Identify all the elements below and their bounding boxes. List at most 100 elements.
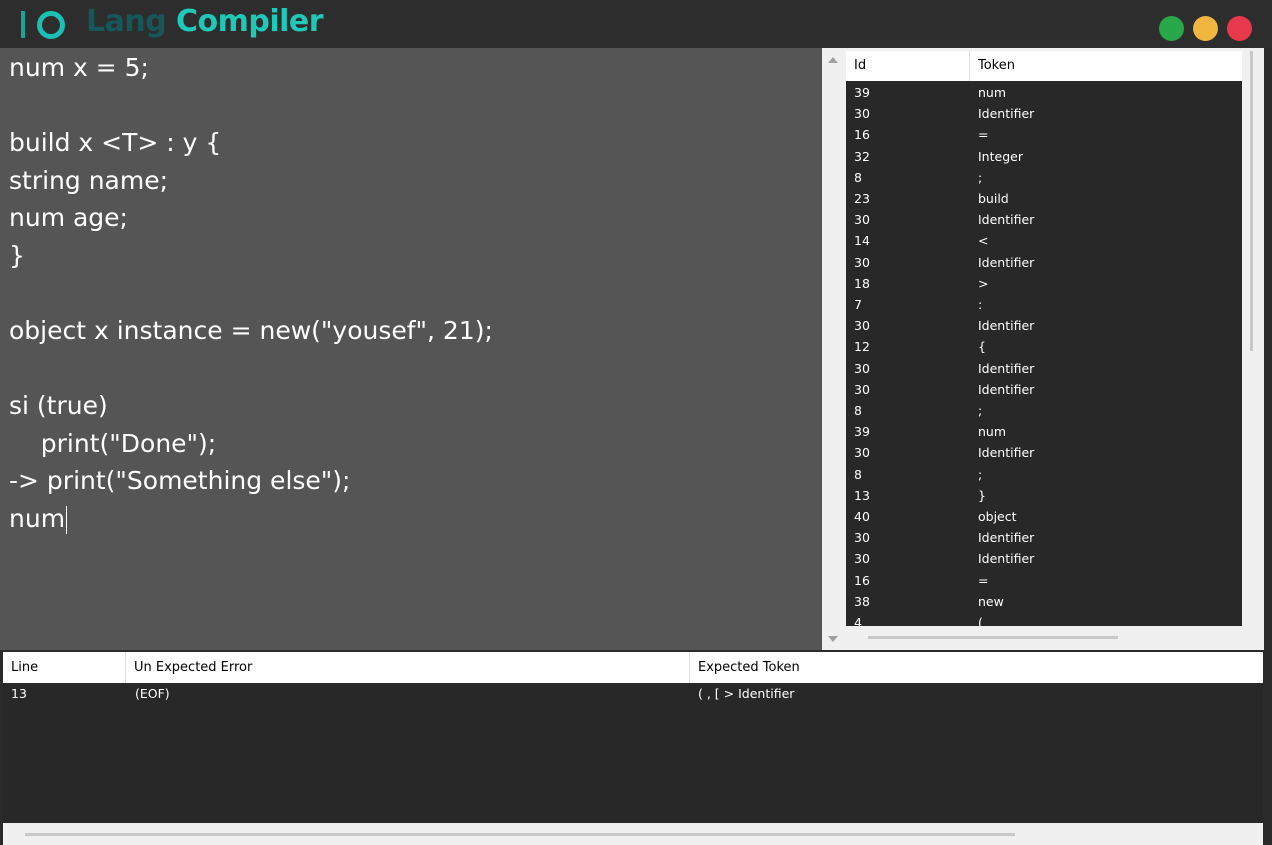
app-title-lang: Lang (86, 4, 167, 39)
token-id-cell: 12 (854, 339, 870, 355)
token-row[interactable]: 30 Identifier (846, 253, 1242, 274)
token-value-cell: object (978, 509, 1017, 524)
token-value-cell: = (978, 127, 989, 143)
column-header-id[interactable]: Id (846, 51, 970, 81)
error-horizontal-scroll-thumb[interactable] (25, 833, 1015, 836)
token-id-cell: 30 (854, 551, 870, 567)
window-edge (1264, 48, 1272, 845)
token-row[interactable]: 30 Identifier (846, 549, 1242, 570)
token-id-cell: 23 (854, 191, 870, 206)
token-id-cell: 4 (854, 615, 862, 626)
code-line[interactable]: num x = 5; (9, 53, 149, 83)
error-grid-header: Line Un Expected Error Expected Token (3, 652, 1263, 683)
token-vertical-scroll-thumb[interactable] (1250, 51, 1253, 351)
code-line-text: num x = 5; (9, 53, 149, 82)
code-line-text: print("Done"); (9, 429, 217, 458)
code-line[interactable]: build x <T> : y { (9, 128, 221, 158)
token-row[interactable]: 16 = (846, 125, 1242, 146)
token-grid-header: Id Token (846, 51, 1242, 81)
token-row[interactable]: 30 Identifier (846, 316, 1242, 337)
token-row[interactable]: 30 Identifier (846, 210, 1242, 231)
error-row[interactable]: 13 (EOF) ( , [ > Identifier (3, 683, 1263, 705)
token-value-cell: Identifier (978, 530, 1035, 546)
token-row[interactable]: 39 num (846, 83, 1242, 104)
scroll-up-arrow-icon[interactable] (828, 57, 838, 63)
editor-scrollbar[interactable] (822, 48, 844, 650)
token-value-cell: Integer (978, 148, 1023, 164)
token-row[interactable]: 14 < (846, 231, 1242, 252)
token-row[interactable]: 30 Identifier (846, 443, 1242, 464)
logo-ring-icon (37, 11, 65, 39)
code-line-text: num (9, 504, 66, 533)
token-row[interactable]: 30 Identifier (846, 380, 1242, 401)
token-id-cell: 30 (854, 445, 870, 461)
code-line-text: } (9, 241, 25, 270)
token-id-cell: 30 (854, 254, 870, 270)
scroll-down-arrow-icon[interactable] (828, 636, 838, 642)
token-vertical-scrollbar[interactable] (1242, 51, 1262, 626)
token-id-cell: 39 (854, 85, 870, 100)
code-line[interactable]: string name; (9, 166, 168, 196)
token-value-cell: Identifier (978, 551, 1035, 567)
column-header-unexpected-error[interactable]: Un Expected Error (126, 652, 690, 683)
column-header-expected-token[interactable]: Expected Token (690, 652, 1263, 683)
code-line[interactable]: print("Done"); (9, 429, 216, 459)
code-line-text: num age; (9, 203, 128, 232)
token-row[interactable]: 30 Identifier (846, 528, 1242, 549)
code-line[interactable]: } (9, 241, 25, 271)
close-button[interactable] (1227, 16, 1252, 41)
token-row[interactable]: 32 Integer (846, 147, 1242, 168)
code-line[interactable]: num age; (9, 203, 128, 233)
token-value-cell: new (978, 593, 1004, 609)
code-line-text: object x instance = new("yousef", 21); (9, 316, 493, 345)
token-value-cell: Identifier (978, 360, 1035, 376)
code-line[interactable]: object x instance = new("yousef", 21); (9, 316, 493, 346)
token-value-cell: Identifier (978, 318, 1035, 334)
token-id-cell: 8 (854, 169, 862, 185)
token-row[interactable]: 30 Identifier (846, 104, 1242, 125)
token-row[interactable]: 8; (846, 168, 1242, 189)
token-id-cell: 16 (854, 127, 870, 143)
token-row[interactable]: 12 { (846, 337, 1242, 358)
code-line[interactable]: num (9, 504, 68, 534)
column-header-line[interactable]: Line (3, 652, 126, 683)
error-grid-body: 13 (EOF) ( , [ > Identifier (3, 683, 1263, 823)
token-value-cell: ; (978, 466, 983, 482)
logo-bar-icon (21, 11, 25, 38)
token-value-cell: build (978, 191, 1009, 206)
scroll-corner (1242, 626, 1262, 648)
token-id-cell: 14 (854, 233, 870, 249)
token-row[interactable]: 40 object (846, 507, 1242, 528)
token-row[interactable]: 8; (846, 465, 1242, 486)
code-line[interactable]: -> print("Something else"); (9, 466, 350, 496)
token-row[interactable]: 13} (846, 486, 1242, 507)
token-value-cell: = (978, 572, 989, 588)
code-editor[interactable]: num x = 5; build x <T> : y { string name; n… (0, 48, 822, 650)
app-title-compiler: Compiler (176, 4, 324, 39)
token-value-cell: Identifier (978, 106, 1035, 122)
token-row[interactable]: 30 Identifier (846, 359, 1242, 380)
token-row[interactable]: 23 build (846, 189, 1242, 210)
token-row[interactable]: 7: (846, 295, 1242, 316)
maximize-button[interactable] (1159, 16, 1184, 41)
token-id-cell: 30 (854, 106, 870, 122)
token-id-cell: 38 (854, 593, 870, 609)
token-value-cell: Identifier (978, 254, 1035, 270)
column-header-token[interactable]: Token (970, 51, 1242, 81)
token-row[interactable]: 38 new (846, 592, 1242, 613)
token-row[interactable]: 8; (846, 401, 1242, 422)
token-horizontal-scrollbar[interactable] (846, 626, 1242, 648)
code-line[interactable]: si (true) (9, 391, 108, 421)
token-row[interactable]: 4( (846, 613, 1242, 626)
token-id-cell: 16 (854, 572, 870, 588)
token-row[interactable]: 39 num (846, 422, 1242, 443)
token-value-cell: ( (978, 615, 983, 626)
token-id-cell: 18 (854, 275, 870, 291)
token-horizontal-scroll-thumb[interactable] (868, 636, 1118, 639)
token-id-cell: 39 (854, 424, 870, 440)
minimize-button[interactable] (1193, 16, 1218, 41)
error-horizontal-scrollbar[interactable] (3, 823, 1263, 845)
token-id-cell: 30 (854, 381, 870, 397)
token-row[interactable]: 16 = (846, 571, 1242, 592)
token-row[interactable]: 18 > (846, 274, 1242, 295)
